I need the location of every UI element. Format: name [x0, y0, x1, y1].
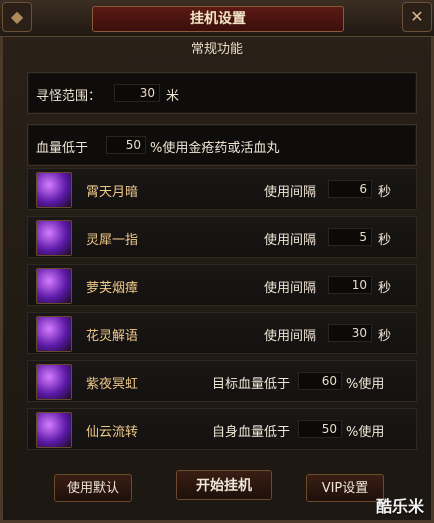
interval-label: 使用间隔: [264, 281, 317, 296]
interval-unit: 秒: [378, 281, 392, 296]
search-range-row: 寻怪范围： 30 米: [27, 72, 417, 114]
search-range-unit: 米: [166, 89, 180, 104]
skill-icon[interactable]: [36, 364, 72, 400]
interval-label: 使用间隔: [264, 233, 317, 248]
interval-unit: 秒: [378, 233, 392, 248]
skill-row: 萝芙烟瘴 使用间隔 10 秒: [27, 264, 417, 306]
hp-potion-row: 血量低于 50 %使用金疮药或活血丸: [27, 124, 417, 166]
vip-settings-button[interactable]: VIP设置: [306, 474, 384, 502]
hp-threshold-label: 自身血量低于: [212, 425, 291, 440]
hp-potion-suffix: %使用金疮药或活血丸: [150, 141, 280, 156]
skill-row: 花灵解语 使用间隔 30 秒: [27, 312, 417, 354]
skill-name: 仙云流转: [86, 425, 139, 440]
skill-row: 灵犀一指 使用间隔 5 秒: [27, 216, 417, 258]
hp-threshold-unit: %使用: [346, 377, 385, 392]
watermark: 酷乐米: [375, 497, 424, 516]
use-default-button[interactable]: 使用默认: [54, 474, 132, 502]
hp-potion-label: 血量低于: [36, 141, 89, 156]
interval-unit: 秒: [378, 185, 392, 200]
skill-row: 紫夜冥虹 目标血量低于 60 %使用: [27, 360, 417, 402]
interval-unit: 秒: [378, 329, 392, 344]
section-title: 常规功能: [190, 42, 243, 57]
interval-input[interactable]: 5: [328, 228, 372, 246]
close-icon[interactable]: ✕: [402, 2, 432, 32]
interval-label: 使用间隔: [264, 329, 317, 344]
skill-icon[interactable]: [36, 412, 72, 448]
skill-row: 仙云流转 自身血量低于 50 %使用: [27, 408, 417, 450]
skill-row: 霄天月暗 使用间隔 6 秒: [27, 168, 417, 210]
skill-name: 灵犀一指: [86, 233, 139, 248]
interval-input[interactable]: 6: [328, 180, 372, 198]
skill-icon[interactable]: [36, 316, 72, 352]
interval-input[interactable]: 10: [328, 276, 372, 294]
search-range-input[interactable]: 30: [114, 84, 160, 102]
skill-name: 萝芙烟瘴: [86, 281, 139, 296]
skill-name: 紫夜冥虹: [86, 377, 139, 392]
title-bar: ◆ 挂机设置 ✕: [0, 0, 434, 37]
emblem-icon: ◆: [2, 2, 32, 32]
start-afk-button[interactable]: 开始挂机: [176, 470, 272, 500]
hp-threshold-input[interactable]: 60: [298, 372, 342, 390]
skill-icon[interactable]: [36, 268, 72, 304]
interval-label: 使用间隔: [264, 185, 317, 200]
search-range-label: 寻怪范围：: [36, 89, 102, 104]
interval-input[interactable]: 30: [328, 324, 372, 342]
hp-threshold-unit: %使用: [346, 425, 385, 440]
skill-name: 霄天月暗: [86, 185, 139, 200]
skill-icon[interactable]: [36, 172, 72, 208]
hp-potion-input[interactable]: 50: [106, 136, 146, 154]
skill-name: 花灵解语: [86, 329, 139, 344]
window-title: 挂机设置: [92, 6, 344, 32]
hp-threshold-label: 目标血量低于: [212, 377, 291, 392]
hp-threshold-input[interactable]: 50: [298, 420, 342, 438]
skill-icon[interactable]: [36, 220, 72, 256]
